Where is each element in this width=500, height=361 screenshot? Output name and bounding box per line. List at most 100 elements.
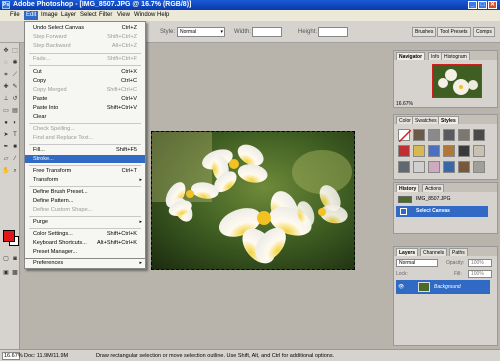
style-swatch[interactable]	[473, 145, 485, 157]
blur-tool-icon[interactable]: ●	[2, 119, 10, 127]
menu-select[interactable]: Select	[80, 12, 97, 18]
style-swatch[interactable]	[443, 161, 455, 173]
tab-comps[interactable]: Comps	[473, 27, 495, 37]
history-snapshot[interactable]: IMG_8507.JPG	[396, 194, 488, 205]
screen-mode-icon[interactable]: ▣	[2, 269, 10, 277]
style-none[interactable]	[398, 129, 412, 143]
pen-tool-icon[interactable]: ✒	[2, 143, 10, 151]
clone-stamp-tool-icon[interactable]: ⊥	[2, 95, 10, 103]
style-swatch[interactable]	[443, 129, 455, 141]
menu-item-undo[interactable]: Undo Select Canvas Ctrl+Z	[25, 24, 145, 32]
foreground-color-swatch[interactable]	[3, 230, 15, 242]
tab-swatches[interactable]: Swatches	[412, 116, 440, 124]
notes-tool-icon[interactable]: ▱	[2, 155, 10, 163]
style-swatch[interactable]	[443, 145, 455, 157]
tab-styles[interactable]: Styles	[438, 116, 459, 124]
width-field[interactable]	[252, 27, 282, 37]
tab-actions[interactable]: Actions	[422, 184, 445, 192]
eyedropper-tool-icon[interactable]: ⁄	[11, 155, 19, 163]
style-swatch[interactable]	[473, 129, 485, 141]
document-canvas[interactable]	[151, 131, 355, 270]
zoom-field[interactable]: 16.67%	[2, 352, 23, 360]
tab-navigator[interactable]: Navigator	[396, 52, 426, 60]
shape-tool-icon[interactable]: ■	[11, 143, 19, 151]
crop-tool-icon[interactable]: ⌗	[2, 71, 10, 79]
style-swatch[interactable]	[428, 145, 440, 157]
tab-channels[interactable]: Channels	[420, 248, 448, 256]
style-swatch[interactable]	[473, 161, 485, 173]
path-selection-tool-icon[interactable]: ➤	[2, 131, 10, 139]
style-swatch[interactable]	[458, 161, 470, 173]
zoom-tool-icon[interactable]: ⌕	[11, 167, 19, 175]
hand-tool-icon[interactable]: ✋	[2, 167, 10, 175]
full-screen-mode-icon[interactable]: ▩	[11, 269, 19, 277]
slice-tool-icon[interactable]: ⟋	[11, 71, 19, 79]
restore-button[interactable]: □	[478, 1, 487, 9]
menu-item-fill[interactable]: Fill... Shift+F5	[25, 146, 145, 154]
menu-item-paste-into[interactable]: Paste Into Shift+Ctrl+V	[25, 104, 145, 112]
style-swatch[interactable]	[458, 145, 470, 157]
lasso-tool-icon[interactable]: ◌	[2, 59, 10, 67]
menu-item-copy[interactable]: Copy Ctrl+C	[25, 77, 145, 85]
menu-item-stroke[interactable]: Stroke...	[25, 155, 145, 163]
type-tool-icon[interactable]: T	[11, 131, 19, 139]
menu-item-preferences[interactable]: Preferences ▸	[25, 259, 145, 267]
menu-filter[interactable]: Filter	[99, 12, 112, 18]
history-brush-tool-icon[interactable]: ↺	[11, 95, 19, 103]
menu-file[interactable]: File	[10, 12, 20, 18]
tab-paths[interactable]: Paths	[449, 248, 468, 256]
menu-window[interactable]: Window	[134, 12, 155, 18]
style-swatch[interactable]	[413, 145, 425, 157]
menu-item-define-brush[interactable]: Define Brush Preset...	[25, 188, 145, 196]
menu-item-define-pattern[interactable]: Define Pattern...	[25, 197, 145, 205]
menu-help[interactable]: Help	[157, 12, 169, 18]
menu-view[interactable]: View	[117, 12, 130, 18]
tab-tool-presets[interactable]: Tool Presets	[437, 27, 471, 37]
style-swatch[interactable]	[398, 161, 410, 173]
menu-item-transform[interactable]: Transform ▸	[25, 176, 145, 184]
history-state-selected[interactable]: Select Canvas	[396, 206, 488, 217]
brush-tool-icon[interactable]: ✎	[11, 83, 19, 91]
layer-row[interactable]: 👁 Background	[396, 280, 490, 294]
menu-item-purge[interactable]: Purge ▸	[25, 218, 145, 226]
style-swatch[interactable]	[428, 161, 440, 173]
style-swatch[interactable]	[398, 145, 410, 157]
quick-mask-mode-icon[interactable]: ◙	[11, 255, 19, 263]
opacity-field[interactable]: 100%	[468, 259, 492, 267]
dodge-tool-icon[interactable]: ◐	[11, 119, 19, 127]
menu-edit[interactable]: Edit	[24, 11, 39, 20]
fill-field[interactable]: 100%	[468, 270, 492, 278]
menu-item-cut[interactable]: Cut Ctrl+X	[25, 68, 145, 76]
menu-item-free-transform[interactable]: Free Transform Ctrl+T	[25, 167, 145, 175]
close-button[interactable]: ✕	[488, 1, 497, 9]
navigator-zoom[interactable]: 16.67%	[396, 101, 413, 107]
height-field[interactable]	[318, 27, 348, 37]
marquee-tool-icon[interactable]: ⬚	[11, 47, 19, 55]
menu-item-paste[interactable]: Paste Ctrl+V	[25, 95, 145, 103]
menu-layer[interactable]: Layer	[61, 12, 76, 18]
gradient-tool-icon[interactable]: ▤	[11, 107, 19, 115]
blend-mode-select[interactable]: Normal	[396, 259, 438, 267]
style-swatch[interactable]	[458, 129, 470, 141]
menu-item-keyboard-shortcuts[interactable]: Keyboard Shortcuts... Alt+Shift+Ctrl+K	[25, 239, 145, 247]
eraser-tool-icon[interactable]: ▭	[2, 107, 10, 115]
magic-wand-tool-icon[interactable]: ✱	[11, 59, 19, 67]
move-tool-icon[interactable]: ✥	[2, 47, 10, 55]
tab-brushes[interactable]: Brushes	[412, 27, 437, 37]
healing-brush-tool-icon[interactable]: ✚	[2, 83, 10, 91]
style-swatch[interactable]	[413, 129, 425, 141]
tab-histogram[interactable]: Histogram	[441, 52, 470, 60]
eye-icon[interactable]: 👁	[398, 280, 404, 294]
navigator-thumbnail[interactable]	[432, 64, 482, 98]
style-select[interactable]: Normal ▾	[177, 27, 225, 37]
standard-mode-icon[interactable]: ▢	[2, 255, 10, 263]
menu-item-preset-manager[interactable]: Preset Manager...	[25, 248, 145, 256]
minimize-button[interactable]: _	[468, 1, 477, 9]
style-swatch[interactable]	[428, 129, 440, 141]
menu-item-clear[interactable]: Clear	[25, 113, 145, 121]
menu-item-color-settings[interactable]: Color Settings... Shift+Ctrl+K	[25, 230, 145, 238]
tab-history[interactable]: History	[396, 184, 420, 192]
menu-image[interactable]: Image	[41, 12, 58, 18]
style-swatch[interactable]	[413, 161, 425, 173]
tab-layers[interactable]: Layers	[396, 248, 419, 256]
